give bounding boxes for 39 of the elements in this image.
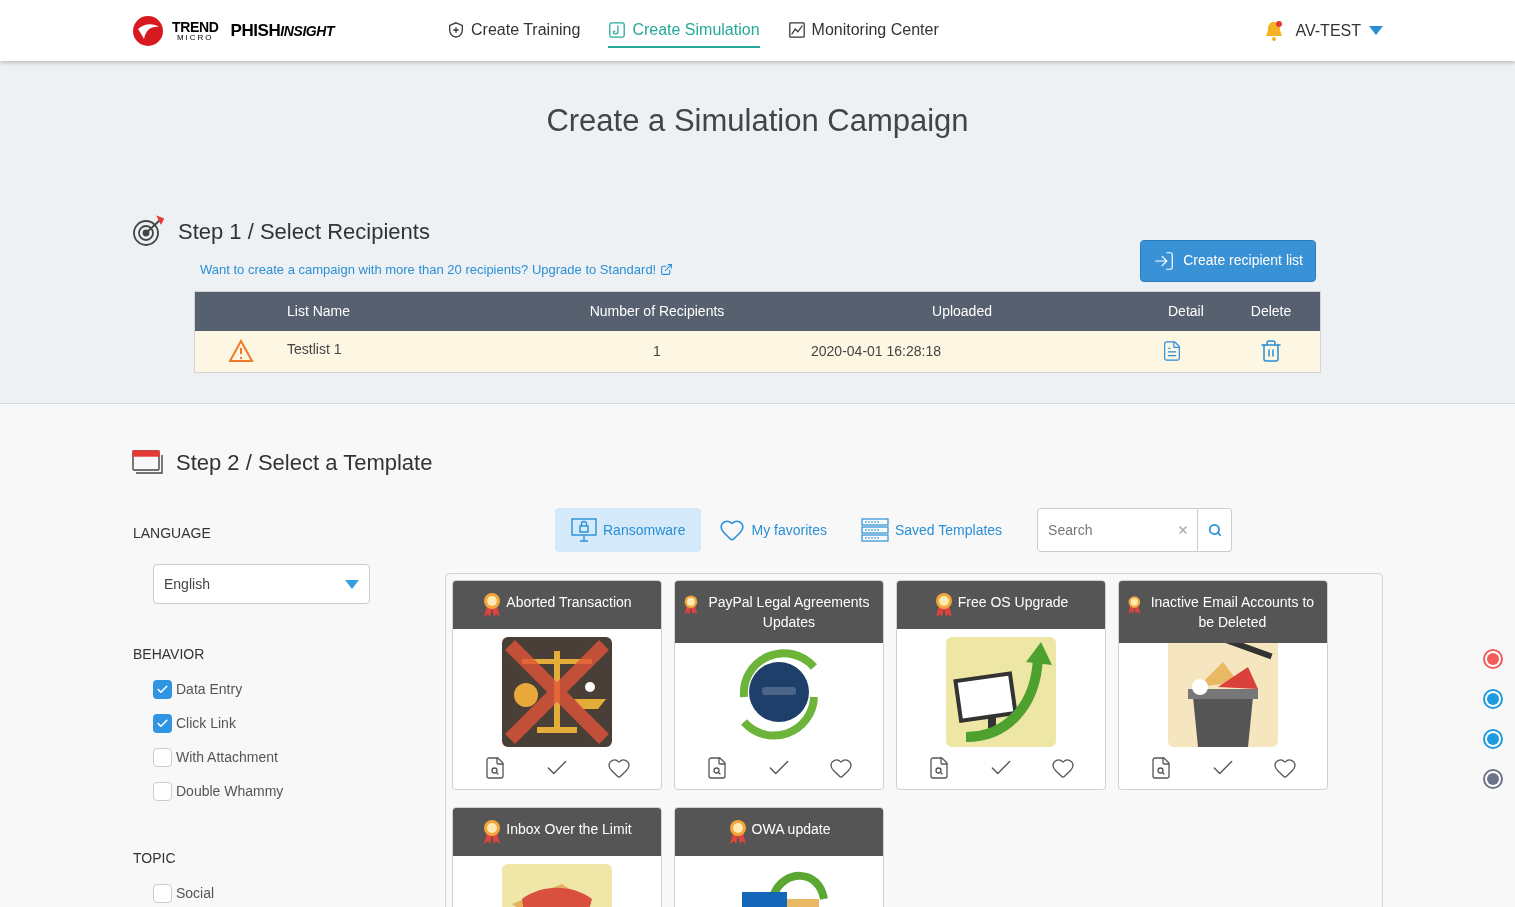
column-header: Uploaded: [931, 301, 993, 321]
template-card[interactable]: OWA update: [674, 807, 884, 907]
brand-name: TREND: [172, 19, 219, 34]
template-title: Free OS Upgrade: [957, 593, 1069, 612]
template-card[interactable]: Free OS Upgrade: [896, 580, 1106, 790]
template-title: OWA update: [751, 820, 831, 839]
table-cell-text: Testlist 1: [287, 339, 343, 359]
column-header: Detail: [1167, 301, 1205, 321]
table-cell-text: 1: [652, 341, 662, 361]
template-card[interactable]: PayPal Legal Agreements Updates: [674, 580, 884, 790]
nav-tab[interactable]: Create Training: [447, 13, 581, 48]
step-heading: Step 1 / Select Recipients: [178, 217, 430, 246]
template-title: Aborted Transaction: [506, 593, 632, 612]
column-header: List Name: [287, 301, 352, 321]
product-name: PHISHINSIGHT: [230, 19, 335, 42]
template-card[interactable]: Inbox Over the Limit: [452, 807, 662, 907]
page-title: Create a Simulation Campaign: [545, 102, 970, 140]
template-title: PayPal Legal Agreements Updates: [707, 593, 871, 632]
template-title: Inactive Email Accounts to be Deleted: [1149, 593, 1316, 632]
checkbox-label: Data Entry: [176, 680, 243, 699]
search-field[interactable]: Search: [1037, 508, 1199, 552]
language-select[interactable]: English: [153, 564, 370, 604]
filter-heading: TOPIC: [133, 849, 177, 868]
checkbox-label: With Attachment: [176, 748, 278, 767]
template-card[interactable]: Inactive Email Accounts to be Deleted: [1118, 580, 1328, 790]
filter-heading: BEHAVIOR: [133, 645, 206, 664]
nav-tab[interactable]: Monitoring Center: [787, 13, 939, 48]
user-name[interactable]: AV-TEST: [1295, 18, 1361, 43]
brand-subname: MICRO: [176, 33, 214, 42]
step-heading: Step 2 / Select a Template: [176, 449, 433, 477]
checkbox-label: Social: [176, 884, 215, 903]
filter-heading: LANGUAGE: [133, 524, 212, 543]
column-header: Number of Recipients: [588, 301, 726, 321]
table-cell-text: 2020-04-01 16:28:18: [810, 341, 942, 361]
template-title: Inbox Over the Limit: [506, 820, 632, 839]
checkbox-label: Double Whammy: [176, 782, 284, 801]
column-header: Delete: [1249, 301, 1293, 321]
template-card[interactable]: Aborted Transaction: [452, 580, 662, 790]
checkbox-label: Click Link: [176, 714, 236, 733]
